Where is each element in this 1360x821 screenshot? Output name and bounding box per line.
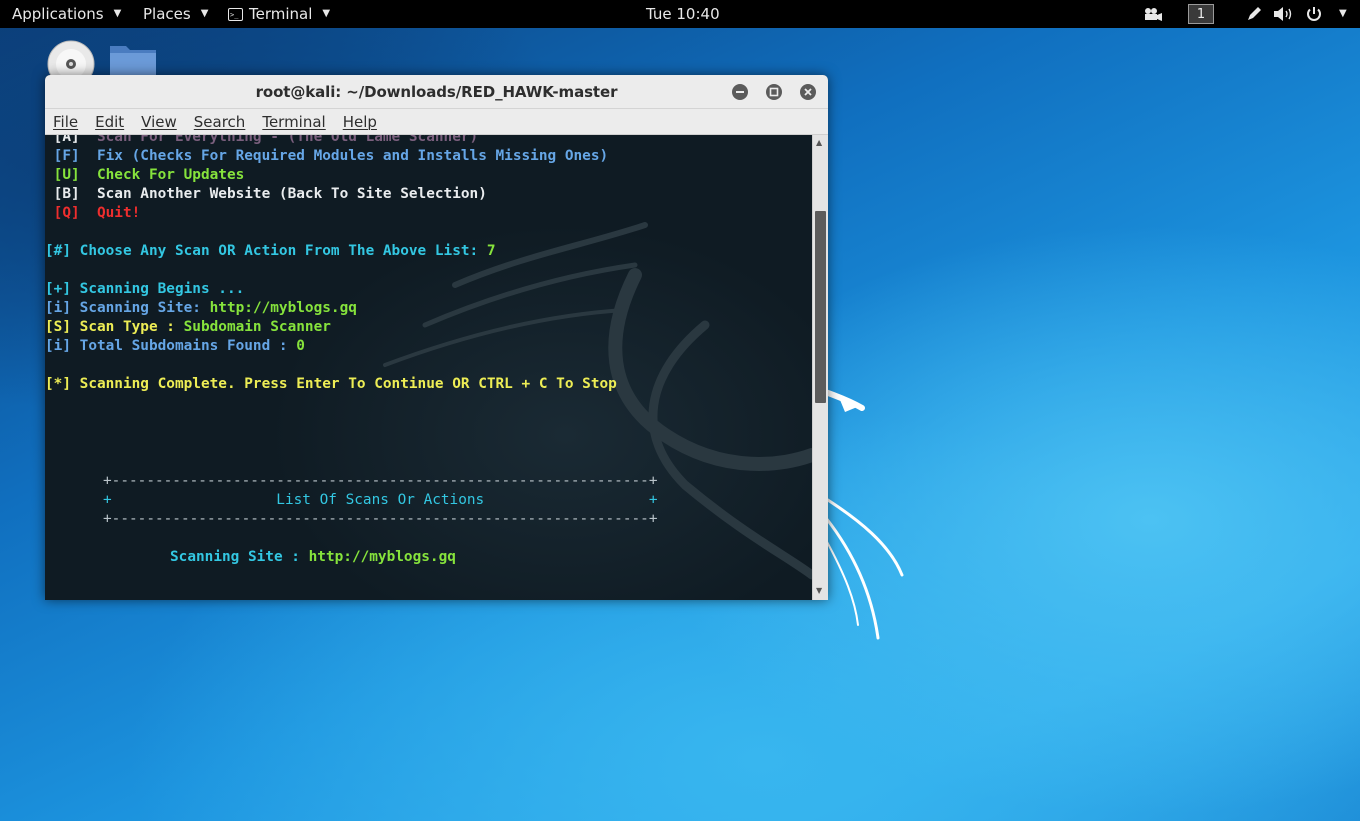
scan-type-label: [S] Scan Type : [45, 319, 184, 335]
choose-prompt: [#] Choose Any Scan OR Action From The A… [45, 243, 487, 259]
terminal-label: Terminal [249, 5, 313, 23]
terminal-line-a: [A] Scan For Everything - (The Old Lame … [45, 135, 479, 147]
terminal-window[interactable]: root@kali: ~/Downloads/RED_HAWK-master F… [45, 75, 828, 600]
option-key: [B] [45, 186, 80, 202]
terminal-line-b: [B] Scan Another Website (Back To Site S… [45, 185, 487, 204]
scan-type-line: [S] Scan Type : Subdomain Scanner [45, 318, 331, 337]
option-key: [U] [45, 167, 80, 183]
menu-search[interactable]: Search [194, 113, 246, 131]
places-menu[interactable]: Places ▼ [143, 0, 208, 28]
option-text: Quit! [96, 205, 141, 221]
option-key: [A] [45, 135, 80, 145]
box-title: + List Of Scans Or Actions + [103, 492, 658, 508]
terminal-line-u: [U] Check For Updates [45, 166, 245, 185]
menu-view[interactable]: View [141, 113, 177, 131]
box-bottom-border: +---------------------------------------… [103, 511, 658, 527]
places-label: Places [143, 5, 191, 23]
minimize-button[interactable] [732, 84, 748, 100]
maximize-button[interactable] [766, 84, 782, 100]
scrollbar-thumb[interactable] [815, 211, 826, 403]
option-text: Check For Updates [96, 167, 245, 183]
terminal-icon: >_ [228, 7, 243, 21]
close-button[interactable] [800, 84, 816, 100]
caret-down-icon: ▼ [322, 8, 331, 19]
scanning-begins-line: [+] Scanning Begins ... [45, 281, 245, 297]
dragon-watermark [383, 222, 812, 580]
scroll-up-arrow-icon[interactable]: ▲ [816, 138, 822, 147]
workspace-indicator[interactable]: 1 [1188, 0, 1214, 28]
menu-file[interactable]: File [53, 113, 78, 131]
title-bar[interactable]: root@kali: ~/Downloads/RED_HAWK-master [45, 75, 828, 109]
maximize-icon [769, 87, 779, 97]
scan-complete-line: [*] Scanning Complete. Press Enter To Co… [45, 376, 617, 392]
subdomains-found-label: [i] Total Subdomains Found : [45, 338, 297, 354]
scanning-site-value: http://myblogs.gq [209, 300, 357, 316]
top-panel: Applications ▼ Places ▼ >_ Terminal ▼ Tu… [0, 0, 1360, 28]
scanning-site-line: [i] Scanning Site: http://myblogs.gq [45, 299, 357, 318]
terminal-app-menu[interactable]: >_ Terminal ▼ [228, 0, 330, 28]
option-text: Scan For Everything - (The Old Lame Scan… [96, 135, 479, 145]
caret-down-icon: ▼ [113, 8, 122, 19]
menu-terminal[interactable]: Terminal [262, 113, 325, 131]
pen-icon[interactable] [1245, 0, 1263, 28]
option-key: [F] [45, 148, 80, 164]
box-top-border: +---------------------------------------… [103, 473, 658, 489]
menu-bar: File Edit View Search Terminal Help [45, 109, 828, 135]
power-icon [1307, 7, 1321, 21]
menu-edit[interactable]: Edit [95, 113, 124, 131]
terminal-scrollbar[interactable]: ▲ ▼ [812, 135, 828, 600]
terminal-line-q: [Q] Quit! [45, 204, 141, 223]
scanning-site-label: [i] Scanning Site: [45, 300, 210, 316]
close-icon [804, 88, 812, 96]
footer-scanning-site-line: Scanning Site : http://myblogs.gq [170, 548, 456, 567]
terminal-output[interactable]: [A] Scan For Everything - (The Old Lame … [45, 135, 812, 600]
choose-answer: 7 [486, 243, 496, 259]
option-text: Fix (Checks For Required Modules and Ins… [96, 148, 609, 164]
power-menu[interactable]: ▼ [1305, 0, 1347, 28]
clock-label: Tue 10:40 [646, 5, 720, 23]
workspace-number: 1 [1188, 4, 1214, 24]
terminal-line-f: [F] Fix (Checks For Required Modules and… [45, 147, 609, 166]
subdomains-found-line: [i] Total Subdomains Found : 0 [45, 337, 305, 356]
caret-down-icon: ▼ [1339, 8, 1347, 19]
scan-type-value: Subdomain Scanner [183, 319, 331, 335]
minimize-icon [736, 91, 744, 93]
scroll-down-arrow-icon[interactable]: ▼ [816, 586, 822, 595]
menu-help[interactable]: Help [343, 113, 377, 131]
option-text: Scan Another Website (Back To Site Selec… [96, 186, 487, 202]
choose-prompt-line: [#] Choose Any Scan OR Action From The A… [45, 242, 496, 261]
subdomains-found-value: 0 [296, 338, 305, 354]
footer-value: http://myblogs.gq [308, 549, 456, 565]
applications-menu[interactable]: Applications ▼ [12, 0, 121, 28]
video-camera-icon[interactable] [1143, 0, 1163, 28]
caret-down-icon: ▼ [200, 8, 209, 19]
applications-label: Applications [12, 5, 104, 23]
footer-label: Scanning Site : [170, 549, 309, 565]
option-key: [Q] [45, 205, 80, 221]
window-title: root@kali: ~/Downloads/RED_HAWK-master [255, 83, 618, 101]
clock[interactable]: Tue 10:40 [646, 0, 720, 28]
volume-icon[interactable] [1272, 0, 1294, 28]
